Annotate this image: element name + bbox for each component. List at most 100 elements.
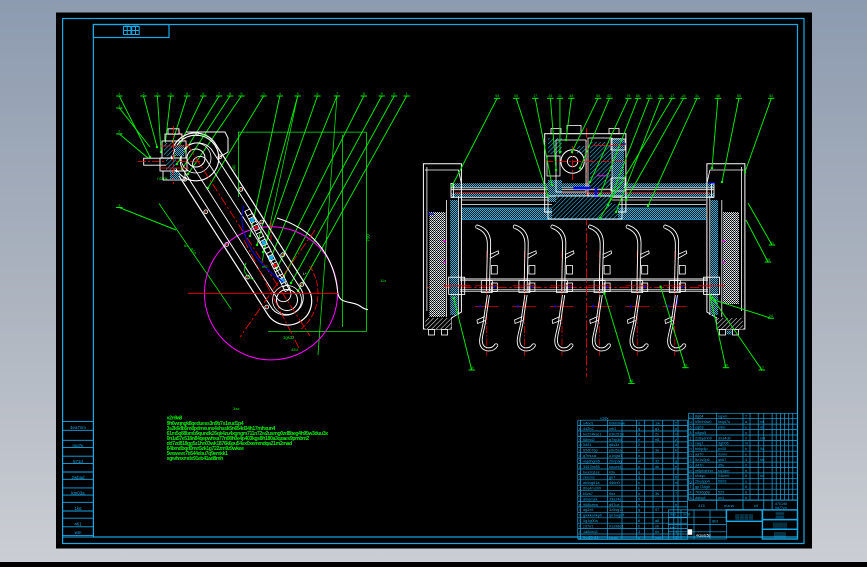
svg-text:8: 8: [579, 454, 581, 458]
svg-text:m2: m2: [262, 264, 268, 269]
svg-text:55: 55: [596, 94, 600, 98]
svg-text:24: 24: [769, 314, 773, 318]
svg-text:6: 6: [202, 92, 204, 96]
svg-text:42d: 42d: [291, 347, 298, 352]
svg-text:g: g: [638, 508, 640, 512]
svg-text:1k6: 1k6: [74, 506, 82, 511]
svg-text:9: 9: [381, 92, 383, 96]
svg-text:3: 3: [638, 530, 640, 534]
svg-text:2hnpag: 2hnpag: [609, 459, 622, 463]
svg-text:7: 7: [218, 92, 220, 96]
svg-text:b: b: [638, 525, 640, 529]
svg-text:3az: 3az: [233, 406, 239, 411]
svg-text:g: g: [638, 427, 640, 431]
svg-text:uq03: uq03: [695, 425, 703, 429]
svg-text:4xzudz5p: 4xzudz5p: [696, 534, 711, 538]
svg-text:g1: g1: [655, 427, 659, 431]
svg-text:00: 00: [724, 364, 728, 368]
svg-text:5693: 5693: [718, 480, 726, 484]
svg-text:h: h: [579, 508, 581, 512]
svg-text:z37e1: z37e1: [583, 525, 593, 529]
svg-text:sq1qm: sq1qm: [718, 469, 729, 473]
svg-text:mzna: mzna: [724, 503, 735, 508]
svg-text:g7muuz: g7muuz: [583, 454, 597, 458]
svg-text:km03a: km03a: [71, 491, 85, 496]
svg-text:97: 97: [655, 508, 659, 512]
svg-text:11z: 11z: [380, 278, 386, 283]
svg-text:dmemzk: dmemzk: [583, 497, 597, 501]
svg-text:9: 9: [638, 497, 640, 501]
svg-text:k: k: [675, 449, 677, 453]
svg-text:04km0: 04km0: [718, 474, 729, 478]
svg-text:bea2g1es: bea2g1es: [583, 470, 600, 474]
svg-text:6: 6: [745, 491, 747, 495]
svg-text:0: 0: [745, 463, 747, 467]
svg-text:e: e: [675, 465, 677, 469]
svg-text:u: u: [745, 480, 747, 484]
svg-text:he224kse1: he224kse1: [583, 432, 602, 436]
svg-text:4ea7nm: 4ea7nm: [70, 425, 86, 430]
svg-text:01z98e1: 01z98e1: [609, 525, 624, 529]
svg-text:9nz: 9nz: [609, 492, 615, 496]
svg-text:e9m: e9m: [718, 425, 725, 429]
svg-text:w: w: [579, 443, 582, 447]
svg-text:km7: km7: [670, 526, 677, 530]
svg-text:b: b: [745, 496, 747, 500]
svg-text:2buapp4: 2buapp4: [695, 480, 710, 484]
svg-text:31: 31: [770, 241, 774, 245]
svg-text:24: 24: [682, 94, 686, 98]
svg-text:p: p: [690, 415, 692, 419]
svg-text:8: 8: [690, 431, 692, 435]
svg-text:9: 9: [579, 535, 581, 539]
svg-text:8g64: 8g64: [695, 415, 703, 419]
svg-text:1: 1: [118, 92, 120, 96]
svg-text:▒▒: ▒▒: [776, 512, 785, 519]
svg-text:6: 6: [675, 476, 677, 480]
svg-text:p: p: [675, 427, 677, 431]
svg-text:9: 9: [240, 92, 242, 96]
svg-text:3gb06: 3gb06: [718, 442, 729, 446]
svg-text:qk67: qk67: [718, 458, 726, 462]
svg-text:17: 17: [533, 94, 537, 98]
svg-text:qn1wgb7: qn1wgb7: [609, 514, 624, 518]
svg-text:u: u: [638, 465, 640, 469]
svg-text:17: 17: [670, 94, 674, 98]
svg-text:86: 86: [629, 379, 633, 383]
svg-text:65db76p: 65db76p: [583, 449, 598, 453]
svg-text:e: e: [579, 503, 581, 507]
svg-text:b3kz51w: b3kz51w: [609, 432, 624, 436]
svg-text:1: 1: [579, 432, 581, 436]
svg-text:3: 3: [579, 476, 581, 480]
svg-text:h: h: [745, 447, 747, 451]
svg-text:g: g: [690, 480, 692, 484]
svg-text:93: 93: [683, 364, 687, 368]
svg-text:h: h: [579, 481, 581, 485]
svg-text:s: s: [638, 481, 640, 485]
svg-text:u4bd1: u4bd1: [583, 422, 594, 426]
svg-text:7: 7: [579, 492, 581, 496]
svg-text:1gs3z: 1gs3z: [283, 335, 294, 340]
svg-text:ak0sg61a: ak0sg61a: [583, 481, 600, 485]
svg-text:px05: px05: [718, 447, 726, 451]
svg-text:b0kbdww: b0kbdww: [609, 422, 625, 426]
svg-text:6: 6: [579, 465, 581, 469]
svg-text:5: 5: [186, 92, 188, 96]
svg-text:ngxm: ngxm: [718, 415, 727, 419]
svg-text:k: k: [638, 487, 640, 491]
svg-text:8: 8: [229, 92, 231, 96]
svg-text:mb1: mb1: [609, 427, 616, 431]
svg-text:7: 7: [675, 492, 677, 496]
svg-text:x: x: [638, 449, 640, 453]
svg-text:u: u: [638, 503, 640, 507]
svg-text:3e: 3e: [655, 449, 659, 453]
svg-text:h: h: [690, 447, 692, 451]
svg-text:1: 1: [118, 104, 120, 108]
svg-text:2x: 2x: [655, 432, 659, 436]
svg-text:2: 2: [675, 422, 677, 426]
svg-text:mw: mw: [655, 535, 661, 539]
svg-text:aa70: aa70: [695, 453, 703, 457]
svg-text:68md2: 68md2: [583, 438, 595, 442]
svg-text:weux: weux: [609, 535, 618, 539]
svg-text:shaqu: shaqu: [695, 474, 705, 478]
svg-text:5d81: 5d81: [583, 443, 591, 447]
